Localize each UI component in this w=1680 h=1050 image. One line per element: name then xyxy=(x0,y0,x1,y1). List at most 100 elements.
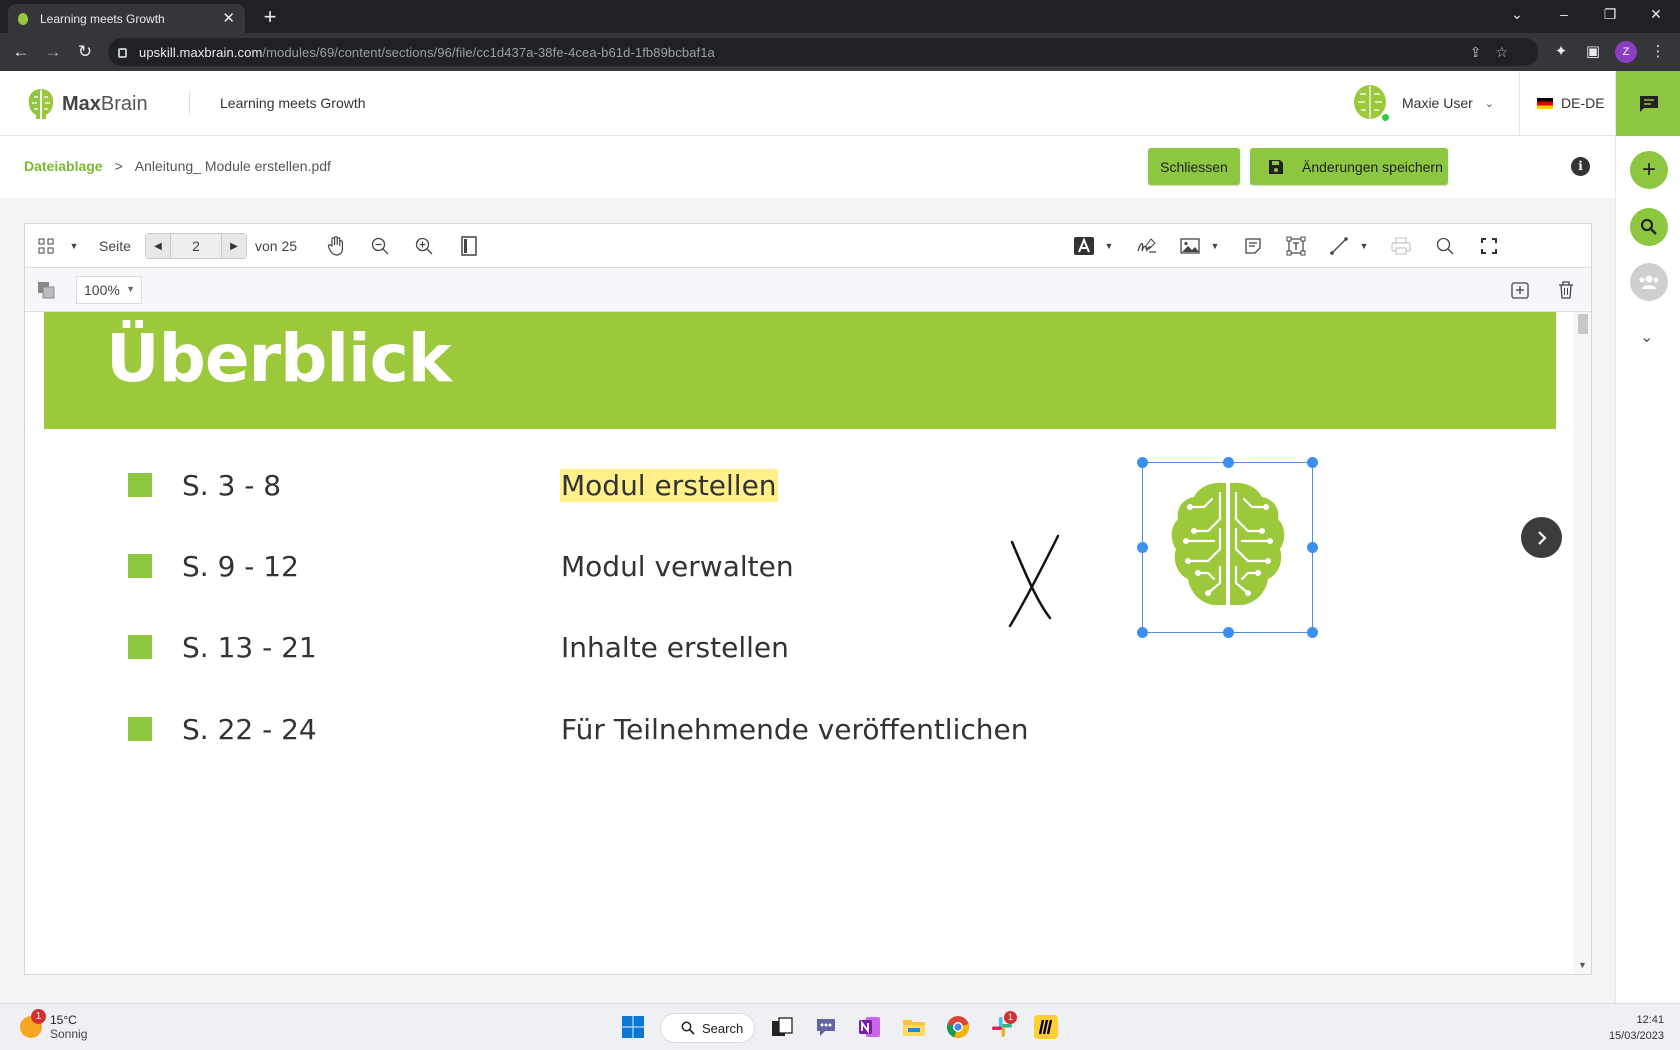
zoom-select[interactable]: 100% ▼ xyxy=(76,276,142,304)
menu-icon[interactable]: ⋮ xyxy=(1648,42,1668,60)
info-icon[interactable]: i xyxy=(1571,157,1590,176)
search-icon xyxy=(1640,218,1657,235)
pan-hand-icon[interactable] xyxy=(325,235,347,257)
next-page-button[interactable] xyxy=(1521,517,1562,558)
overview-row: S. 9 - 12 Modul verwalten xyxy=(44,546,1144,586)
resize-handle[interactable] xyxy=(1137,542,1148,553)
text-box-icon[interactable] xyxy=(1284,235,1308,257)
zoom-value: 100% xyxy=(84,282,120,298)
tab-search-icon[interactable]: ⌄ xyxy=(1507,6,1527,23)
side-panel-icon[interactable]: ▣ xyxy=(1583,42,1603,60)
minimize-icon[interactable]: – xyxy=(1554,6,1574,22)
task-view-icon[interactable] xyxy=(770,1015,794,1039)
image-dropdown-icon[interactable]: ▼ xyxy=(1209,235,1221,257)
overview-pages: S. 9 - 12 xyxy=(182,550,299,583)
prev-page-icon[interactable]: ◀ xyxy=(146,234,170,258)
profile-avatar[interactable]: Z xyxy=(1615,41,1637,63)
resize-handle[interactable] xyxy=(1307,627,1318,638)
page-label: Seite xyxy=(99,238,131,254)
new-tab-button[interactable]: + xyxy=(257,6,283,28)
weather-widget[interactable]: 1 15°C Sonnig xyxy=(20,1009,87,1041)
chat-button[interactable] xyxy=(1616,71,1680,136)
selected-image-annotation[interactable] xyxy=(1137,457,1318,638)
browser-tab[interactable]: Learning meets Growth ✕ xyxy=(8,4,245,33)
line-tool-icon[interactable] xyxy=(1327,235,1351,257)
system-clock[interactable]: 12:41 15/03/2023 xyxy=(1609,1012,1664,1044)
maxbrain-logo[interactable]: MaxBrain xyxy=(26,87,148,121)
fullscreen-icon[interactable] xyxy=(1477,235,1501,257)
add-button[interactable]: + xyxy=(1630,151,1668,189)
save-changes-button[interactable]: Änderungen speichern xyxy=(1250,148,1448,185)
annotation-toolbar: 100% ▼ xyxy=(25,268,1591,312)
scrollbar-thumb[interactable] xyxy=(1578,314,1588,334)
resize-handle[interactable] xyxy=(1137,627,1148,638)
resize-handle[interactable] xyxy=(1137,457,1148,468)
onenote-icon[interactable] xyxy=(858,1015,882,1039)
zoom-in-icon[interactable] xyxy=(413,235,435,257)
page-number-input[interactable]: 2 xyxy=(170,234,222,258)
temperature: 15°C xyxy=(50,1013,77,1027)
chrome-icon[interactable] xyxy=(946,1015,970,1039)
sticky-note-icon[interactable] xyxy=(1241,235,1265,257)
windows-start-icon[interactable] xyxy=(621,1015,645,1039)
image-icon[interactable] xyxy=(1178,235,1202,257)
add-note-icon[interactable] xyxy=(1509,279,1531,301)
teams-chat-icon[interactable] xyxy=(814,1015,838,1039)
user-menu[interactable]: Maxie User ⌄ xyxy=(1352,84,1494,122)
reload-icon[interactable]: ↻ xyxy=(75,42,95,62)
clock-date: 15/03/2023 xyxy=(1608,1030,1664,1042)
viewer-toolbar: ▼ Seite ◀ 2 ▶ von 25 ▼ ▼ ▼ xyxy=(25,224,1591,268)
page-count: von 25 xyxy=(255,238,298,254)
chevron-down-icon[interactable]: ⌄ xyxy=(1640,327,1653,347)
restore-icon[interactable]: ❐ xyxy=(1600,6,1620,23)
url-text: upskill.maxbrain.com/modules/69/content/… xyxy=(139,44,715,60)
text-annotation-icon[interactable] xyxy=(1072,235,1096,257)
next-page-icon[interactable]: ▶ xyxy=(222,234,246,258)
right-rail: + ⌄ xyxy=(1615,71,1680,1003)
tab-close-icon[interactable]: ✕ xyxy=(222,11,235,26)
print-icon[interactable] xyxy=(1389,235,1413,257)
thumbnails-icon[interactable] xyxy=(35,235,57,257)
zoom-out-icon[interactable] xyxy=(369,235,391,257)
resize-handle[interactable] xyxy=(1307,457,1318,468)
slack-icon[interactable]: 1 xyxy=(990,1011,1017,1039)
header-divider-right xyxy=(1519,71,1520,136)
vertical-scrollbar[interactable]: ▼ xyxy=(1573,312,1591,974)
freehand-x-annotation[interactable] xyxy=(1006,530,1066,630)
language-selector[interactable]: DE-DE xyxy=(1537,95,1605,111)
tab-favicon-icon xyxy=(18,12,28,25)
search-document-icon[interactable] xyxy=(1433,235,1457,257)
resize-handle[interactable] xyxy=(1223,627,1234,638)
window-close-icon[interactable]: ✕ xyxy=(1646,6,1666,23)
brain-logo-icon xyxy=(28,89,54,119)
resize-handle[interactable] xyxy=(1223,457,1234,468)
participants-button[interactable] xyxy=(1630,263,1668,301)
delete-icon[interactable] xyxy=(1555,279,1577,301)
miro-icon[interactable] xyxy=(1034,1015,1058,1039)
document-page-area[interactable]: Überblick S. 3 - 8 Modul erstellen S. 9 … xyxy=(25,312,1591,974)
extensions-icon[interactable]: ✦ xyxy=(1551,42,1571,60)
forward-icon[interactable]: → xyxy=(43,42,63,62)
fit-page-icon[interactable] xyxy=(458,235,480,257)
scroll-down-icon[interactable]: ▼ xyxy=(1578,960,1587,970)
taskbar-search[interactable]: Search xyxy=(660,1013,755,1043)
view-dropdown-icon[interactable]: ▼ xyxy=(67,235,81,257)
clock-time: 12:41 xyxy=(1636,1014,1664,1026)
search-button[interactable] xyxy=(1630,208,1668,246)
back-icon[interactable]: ← xyxy=(11,42,31,62)
header-divider xyxy=(189,91,190,115)
layer-color-icon[interactable] xyxy=(35,279,57,301)
header-tagline: Learning meets Growth xyxy=(220,95,366,111)
close-button[interactable]: Schliessen xyxy=(1148,148,1240,185)
share-bookmark-icons[interactable]: ⇪☆ xyxy=(1470,44,1522,61)
save-icon xyxy=(1269,159,1283,174)
url-field[interactable]: upskill.maxbrain.com/modules/69/content/… xyxy=(108,38,1538,66)
chat-icon xyxy=(1639,95,1658,112)
breadcrumb-root-link[interactable]: Dateiablage xyxy=(24,158,103,174)
signature-icon[interactable] xyxy=(1135,235,1159,257)
text-dropdown-icon[interactable]: ▼ xyxy=(1103,235,1115,257)
file-explorer-icon[interactable] xyxy=(902,1015,926,1039)
overview-topic-highlighted[interactable]: Modul erstellen xyxy=(560,469,778,502)
line-dropdown-icon[interactable]: ▼ xyxy=(1358,235,1370,257)
resize-handle[interactable] xyxy=(1307,542,1318,553)
